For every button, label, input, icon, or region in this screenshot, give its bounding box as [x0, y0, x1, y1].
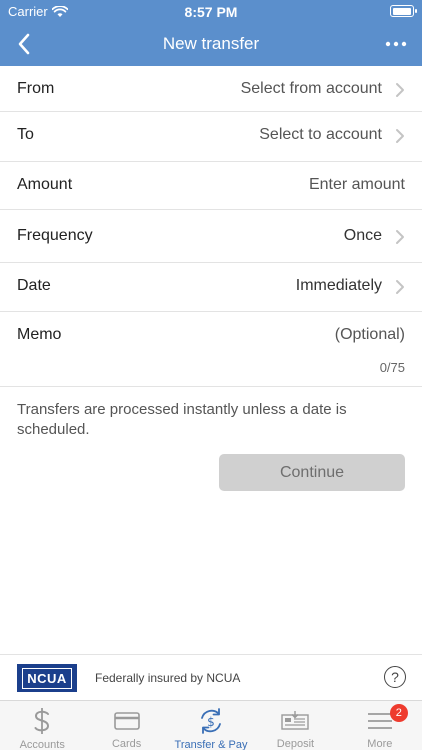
tab-cards[interactable]: Cards [84, 701, 168, 750]
date-row[interactable]: Date Immediately [0, 263, 422, 312]
frequency-label: Frequency [17, 227, 93, 244]
continue-button[interactable]: Continue [219, 454, 405, 491]
frequency-row[interactable]: Frequency Once [0, 210, 422, 263]
tab-accounts[interactable]: Accounts [0, 701, 84, 750]
dollar-icon [27, 707, 57, 735]
tab-label: Deposit [276, 738, 315, 750]
transfer-form: From Select from account To Select to ac… [0, 66, 422, 387]
chevron-right-icon [396, 129, 404, 143]
svg-text:$: $ [207, 715, 215, 729]
tab-label: Transfer & Pay [174, 739, 248, 750]
ncua-logo-text: NCUA [22, 667, 72, 689]
amount-row[interactable]: Amount Enter amount [0, 162, 422, 210]
transfer-notice: Transfers are processed instantly unless… [17, 401, 347, 438]
amount-label: Amount [17, 176, 73, 193]
tab-more[interactable]: 2 More [338, 701, 422, 750]
question-icon: ? [391, 669, 399, 685]
from-account-row[interactable]: From Select from account [0, 66, 422, 112]
transfer-icon: $ [196, 707, 226, 735]
notification-badge: 2 [389, 704, 408, 722]
help-button[interactable]: ? [384, 666, 406, 688]
memo-input[interactable]: (Optional) [335, 326, 405, 344]
tab-label: Accounts [19, 739, 65, 750]
tab-label: More [367, 738, 393, 750]
tab-label: Cards [111, 738, 142, 750]
check-deposit-icon [280, 707, 310, 734]
memo-row[interactable]: Memo (Optional) 0/75 [0, 312, 422, 387]
to-label: To [17, 126, 34, 143]
battery-icon [390, 5, 417, 17]
tab-deposit[interactable]: Deposit [253, 701, 337, 750]
frequency-value: Once [343, 227, 382, 244]
from-label: From [17, 80, 55, 97]
insurance-footer: NCUA Federally insured by NCUA ? [0, 654, 422, 700]
date-value: Immediately [295, 277, 382, 294]
more-options-button[interactable] [382, 30, 410, 58]
card-icon [112, 707, 142, 734]
from-account-value: Select from account [240, 80, 382, 97]
more-horizontal-icon [385, 41, 407, 47]
page-title: New transfer [162, 34, 260, 53]
insurance-text: Federally insured by NCUA [95, 671, 241, 685]
tab-bar: Accounts Cards $ Transfer & Pay Deposit … [0, 700, 422, 750]
tab-transfer-pay[interactable]: $ Transfer & Pay [169, 701, 253, 750]
date-label: Date [17, 277, 51, 294]
memo-label: Memo [17, 326, 62, 343]
chevron-right-icon [396, 280, 404, 294]
status-bar: Carrier 8:57 PM [0, 0, 422, 22]
navigation-bar: New transfer [0, 22, 422, 66]
clock: 8:57 PM [184, 4, 238, 20]
chevron-right-icon [396, 230, 404, 244]
ncua-logo: NCUA [17, 664, 77, 692]
amount-input[interactable]: Enter amount [309, 176, 405, 194]
to-account-row[interactable]: To Select to account [0, 112, 422, 162]
memo-character-counter: 0/75 [379, 360, 405, 375]
chevron-right-icon [396, 83, 404, 97]
to-account-value: Select to account [259, 126, 382, 143]
